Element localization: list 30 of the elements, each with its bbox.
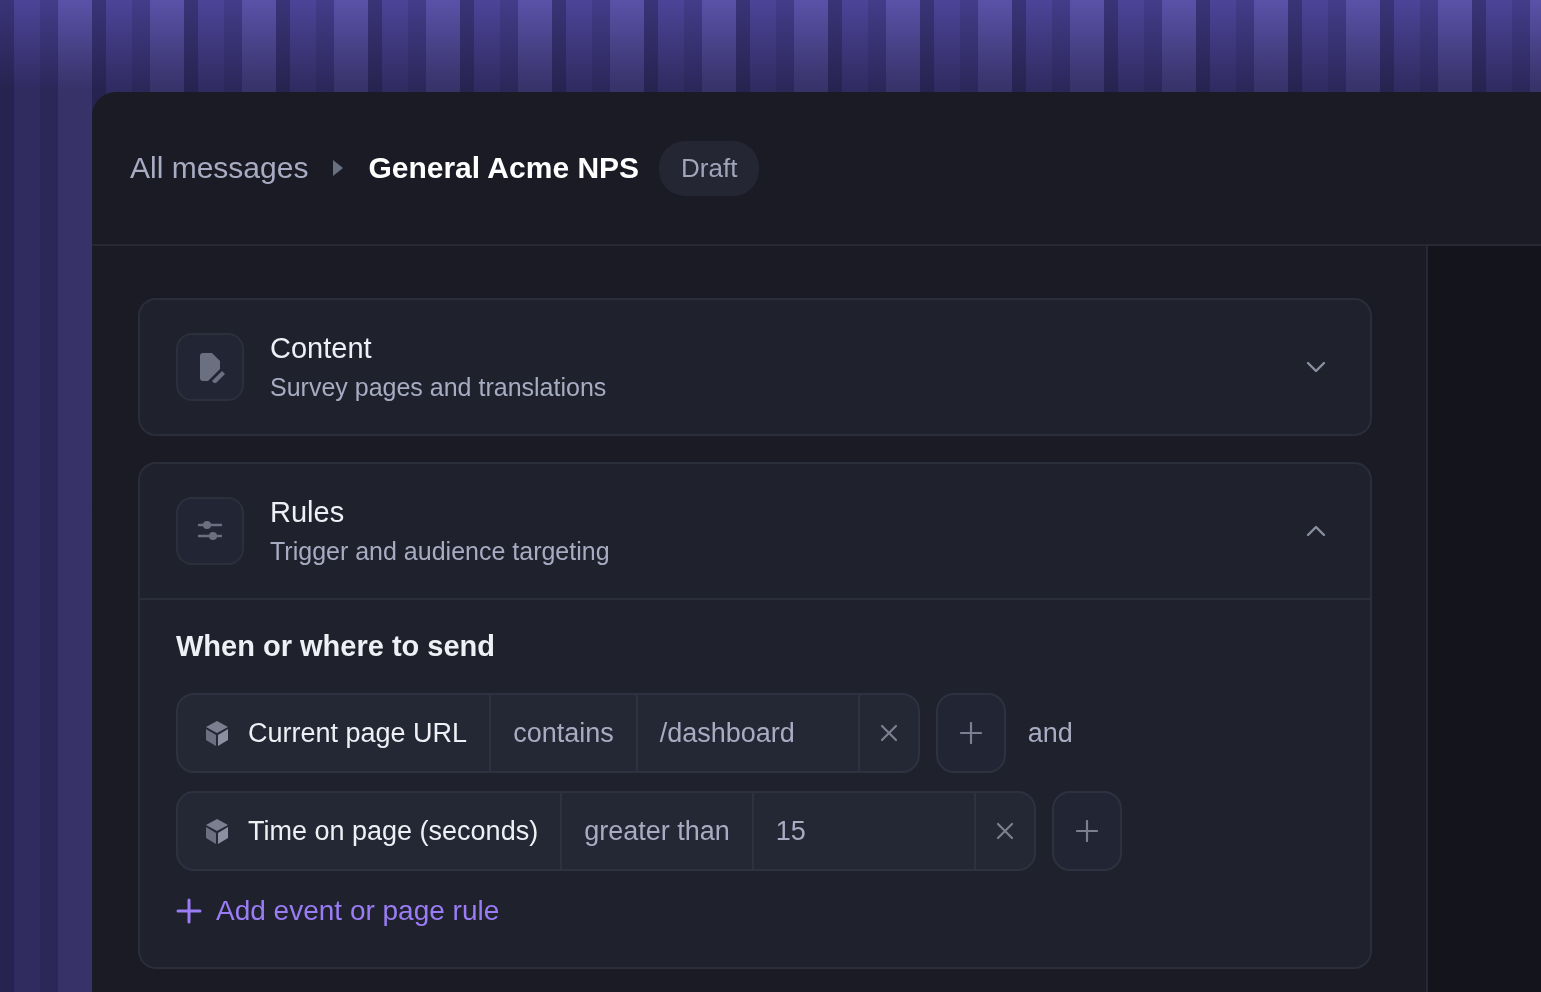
cube-icon (204, 817, 230, 845)
cube-icon (204, 719, 230, 747)
property-field[interactable]: Current page URL (178, 695, 492, 771)
section-title: Rules (270, 496, 346, 529)
value-field[interactable]: /dashboard (637, 695, 860, 771)
page-title: General Acme NPS (368, 151, 640, 185)
operator-field[interactable]: greater than (562, 793, 754, 869)
property-field[interactable]: Time on page (seconds) (178, 793, 563, 869)
value-field[interactable]: 15 (753, 793, 976, 869)
section-subtitle: Survey pages and translations (270, 373, 608, 402)
sliders-icon (176, 497, 244, 565)
plus-icon (1075, 820, 1098, 842)
rules-heading: When or where to send (176, 630, 497, 663)
document-icon (176, 333, 244, 401)
caret-right-icon (332, 158, 345, 178)
plus-icon (959, 722, 982, 744)
connector-label: and (1027, 717, 1073, 749)
add-condition-button[interactable] (1051, 791, 1122, 871)
section-header[interactable]: Content Survey pages and translations (140, 300, 1370, 434)
chevron-up-icon (1306, 525, 1326, 537)
status-badge: Draft (659, 140, 760, 196)
plus-icon (176, 898, 202, 924)
chevron-down-icon (1306, 361, 1326, 373)
operator-field[interactable]: contains (491, 695, 638, 771)
section-header[interactable]: Rules Trigger and audience targeting (140, 464, 1370, 600)
breadcrumb-link[interactable]: All messages (130, 151, 309, 185)
add-rule-link[interactable]: Add event or page rule (176, 895, 500, 927)
section-subtitle: Trigger and audience targeting (270, 537, 611, 566)
add-condition-button[interactable] (935, 693, 1006, 773)
section-title: Content (270, 332, 373, 365)
